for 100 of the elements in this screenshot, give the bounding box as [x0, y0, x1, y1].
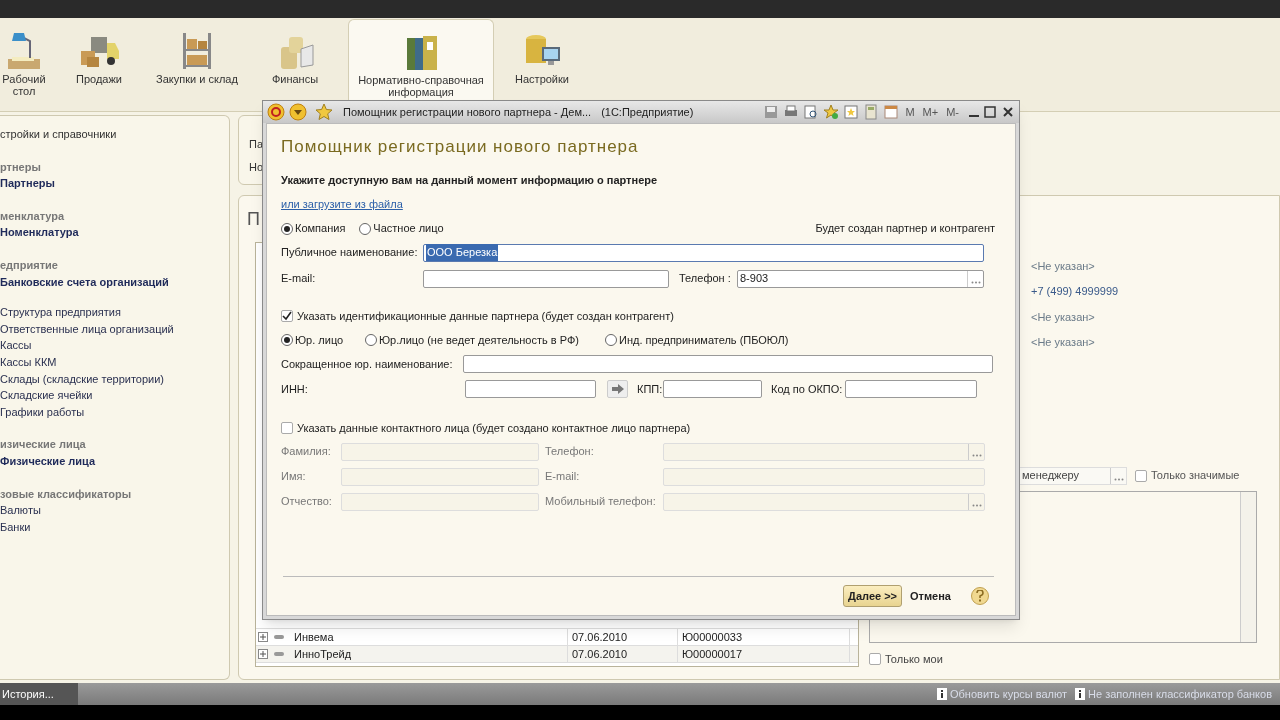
section-tab[interactable]: Финансы [246, 19, 344, 111]
memory-button[interactable]: M- [944, 103, 961, 121]
section-tab[interactable]: Продажи [50, 19, 148, 111]
input-field[interactable] [465, 380, 596, 398]
field-label: Телефон: [545, 444, 594, 460]
detail-value: <Не указан> [1031, 258, 1095, 274]
field-label: КПП: [637, 381, 663, 397]
load-file-link[interactable]: или загрузите из файла [281, 196, 403, 213]
radio-button[interactable] [281, 222, 293, 235]
field-label: Публичное наименование: [281, 245, 419, 261]
checkbox[interactable] [281, 309, 293, 322]
nav-group-heading: ртнеры [0, 159, 42, 175]
save-icon [763, 104, 780, 120]
radio-label: Юр. лицо [295, 332, 344, 348]
input-field[interactable] [663, 380, 762, 398]
panel-text: Па [249, 137, 264, 152]
filter-field[interactable]: менеджеру [1019, 466, 1127, 485]
item-icon [274, 651, 284, 657]
radio-button[interactable] [281, 334, 293, 346]
table-cell-text: 07.06.2010 [572, 629, 628, 645]
nav-link[interactable]: Структура предприятия [0, 304, 229, 321]
table-cell-text: Инвема [294, 629, 334, 645]
field-label: Сокращенное юр. наименование: [281, 356, 454, 372]
check-icon [282, 310, 292, 321]
taskbar-button[interactable]: История... [0, 683, 78, 705]
nav-link[interactable]: Партнеры [0, 175, 229, 192]
info-text: Будет создан партнер и контрагент [815, 221, 995, 237]
nav-link[interactable]: Склады (складские территории) [0, 370, 229, 388]
nav-link[interactable]: Банковские счета организаций [0, 273, 229, 291]
expand-icon [258, 649, 268, 659]
checkbox-label: Указать идентификационные данные партнера (будет создан контрагент) [297, 308, 674, 324]
table-cell-text: 07.06.2010 [572, 646, 628, 662]
checkbox[interactable] [1135, 469, 1147, 482]
nav-link[interactable]: Складские ячейки [0, 387, 229, 404]
picker-button[interactable] [1110, 467, 1126, 484]
cancel-button[interactable]: Отмена [910, 587, 951, 605]
input-field[interactable] [462, 355, 993, 373]
star-add-icon [823, 104, 840, 120]
nav-link[interactable]: Валюты [0, 502, 229, 519]
nav-link[interactable]: стройки и справочники [0, 126, 229, 143]
close-icon [1001, 105, 1015, 119]
dialog-heading: Помощник регистрации нового партнера [281, 136, 639, 158]
table-cell-text: Ю00000033 [682, 629, 743, 645]
dots-icon [970, 280, 981, 284]
section-tab[interactable]: Закупки и склад [148, 19, 246, 111]
field-label: Отчество: [281, 494, 332, 510]
nav-link[interactable]: Ответственные лица организаций [0, 320, 229, 338]
item-icon [274, 634, 284, 640]
checkbox-label: Указать данные контактного лица (будет создано контактное лицо партнера) [297, 421, 691, 436]
memory-button[interactable]: M [903, 103, 917, 121]
list-heading: П [247, 208, 260, 229]
checkbox[interactable] [869, 652, 881, 665]
detail-value: <Не указан> [1031, 309, 1095, 325]
picker-button[interactable] [967, 270, 983, 287]
field-label: Код по ОКПО: [771, 381, 844, 397]
question-icon [976, 590, 984, 602]
picker-button[interactable] [968, 493, 984, 510]
field-label: E-mail: [545, 469, 580, 485]
next-button[interactable]: Далее >> [843, 585, 903, 607]
input-field[interactable] [845, 380, 977, 398]
nav-link[interactable]: Кассы ККМ [0, 353, 229, 371]
input-field[interactable] [423, 269, 669, 288]
star-icon [315, 103, 333, 121]
logo-icon [267, 103, 285, 121]
checkbox-label: Только значимые [1151, 468, 1240, 484]
table-cell-text: Ю00000017 [682, 646, 743, 662]
section-tab[interactable]: Рабочий стол [0, 19, 48, 111]
checkbox[interactable] [281, 422, 293, 435]
nav-group-heading: изические лица [0, 437, 87, 453]
dots-icon [971, 453, 982, 457]
radio-button[interactable] [605, 334, 617, 346]
help-button[interactable] [971, 587, 989, 605]
input-field[interactable]: ООО Березка [423, 243, 984, 262]
scrollbar[interactable] [1240, 491, 1256, 642]
radio-button[interactable] [359, 222, 372, 235]
field-label: Фамилия: [281, 444, 331, 460]
info-icon [937, 688, 947, 700]
radio-label: Инд. предприниматель (ПБОЮЛ) [619, 332, 789, 348]
radio-label: Компания [295, 221, 346, 237]
nav-link[interactable]: Графики работы [0, 403, 229, 421]
arrow-button[interactable] [607, 380, 628, 398]
nav-link[interactable]: Кассы [0, 337, 229, 354]
picker-button[interactable] [968, 443, 984, 460]
nav-link[interactable]: Номенклатура [0, 224, 229, 241]
field-label: Имя: [281, 469, 306, 485]
input-field[interactable]: 8-903 [737, 269, 984, 288]
nav-link[interactable]: Физические лица [0, 452, 229, 470]
radio-label: Частное лицо [373, 221, 444, 237]
minimize-icon [969, 115, 979, 117]
preview-icon [803, 104, 820, 120]
field-label: Телефон : [679, 271, 732, 287]
info-icon [1075, 688, 1086, 700]
maximize-icon [983, 105, 997, 119]
nav-group-heading: менклатура [0, 208, 66, 224]
memory-button[interactable]: M+ [920, 103, 941, 121]
radio-button[interactable] [365, 334, 377, 346]
field-label: E-mail: [281, 271, 317, 287]
dots-icon [971, 503, 982, 507]
checkbox-label: Только мои [885, 651, 943, 667]
nav-link[interactable]: Банки [0, 518, 229, 536]
